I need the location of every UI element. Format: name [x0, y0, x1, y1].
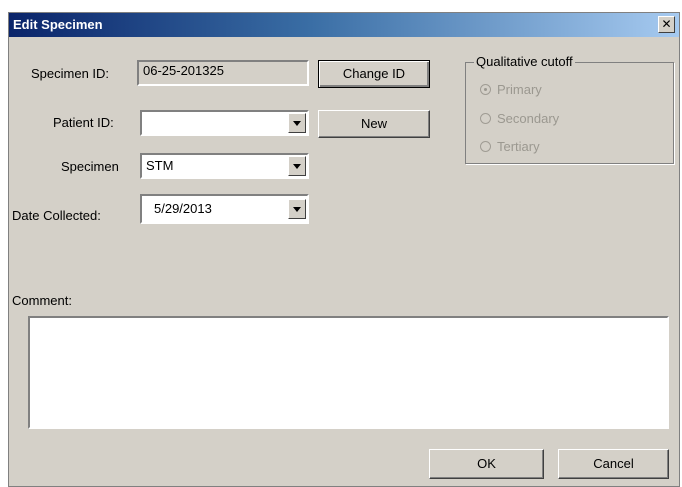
patient-id-combo[interactable]	[140, 110, 309, 136]
radio-selected-icon	[480, 84, 491, 95]
chevron-down-icon[interactable]	[288, 199, 306, 219]
specimen-value: STM	[146, 158, 174, 173]
title-bar[interactable]: Edit Specimen ✕	[9, 13, 679, 37]
specimen-id-value: 06-25-201325	[143, 63, 224, 78]
comment-label: Comment:	[12, 293, 72, 308]
close-icon: ✕	[661, 17, 672, 31]
radio-secondary-label: Secondary	[497, 111, 560, 126]
radio-primary-label: Primary	[497, 82, 542, 97]
radio-tertiary-label: Tertiary	[497, 139, 540, 154]
radio-tertiary[interactable]: Tertiary	[480, 139, 540, 154]
dialog-title: Edit Specimen	[13, 17, 103, 32]
date-collected-label: Date Collected:	[12, 208, 101, 223]
radio-unselected-icon	[480, 113, 491, 124]
patient-id-label: Patient ID:	[53, 115, 114, 130]
radio-primary[interactable]: Primary	[480, 82, 542, 97]
specimen-id-field: 06-25-201325	[137, 60, 309, 86]
edit-specimen-dialog: Edit Specimen ✕ Specimen ID: 06-25-20132…	[8, 12, 680, 487]
comment-textarea[interactable]	[28, 316, 669, 429]
close-button[interactable]: ✕	[658, 16, 675, 33]
change-id-button[interactable]: Change ID	[318, 60, 430, 88]
cancel-button[interactable]: Cancel	[558, 449, 669, 479]
specimen-combo[interactable]: STM	[140, 153, 309, 179]
chevron-down-icon[interactable]	[288, 156, 306, 176]
new-patient-button[interactable]: New	[318, 110, 430, 138]
specimen-id-label: Specimen ID:	[31, 66, 110, 81]
date-collected-value: 5/29/2013	[154, 201, 212, 216]
qualitative-cutoff-group: Qualitative cutoff Primary Secondary Ter…	[465, 54, 674, 164]
ok-button[interactable]: OK	[429, 449, 544, 479]
specimen-label: Specimen	[61, 159, 119, 174]
date-collected-picker[interactable]: 5/29/2013	[140, 194, 309, 224]
radio-unselected-icon	[480, 141, 491, 152]
qualitative-cutoff-title: Qualitative cutoff	[474, 54, 575, 69]
radio-secondary[interactable]: Secondary	[480, 111, 559, 126]
chevron-down-icon[interactable]	[288, 113, 306, 133]
